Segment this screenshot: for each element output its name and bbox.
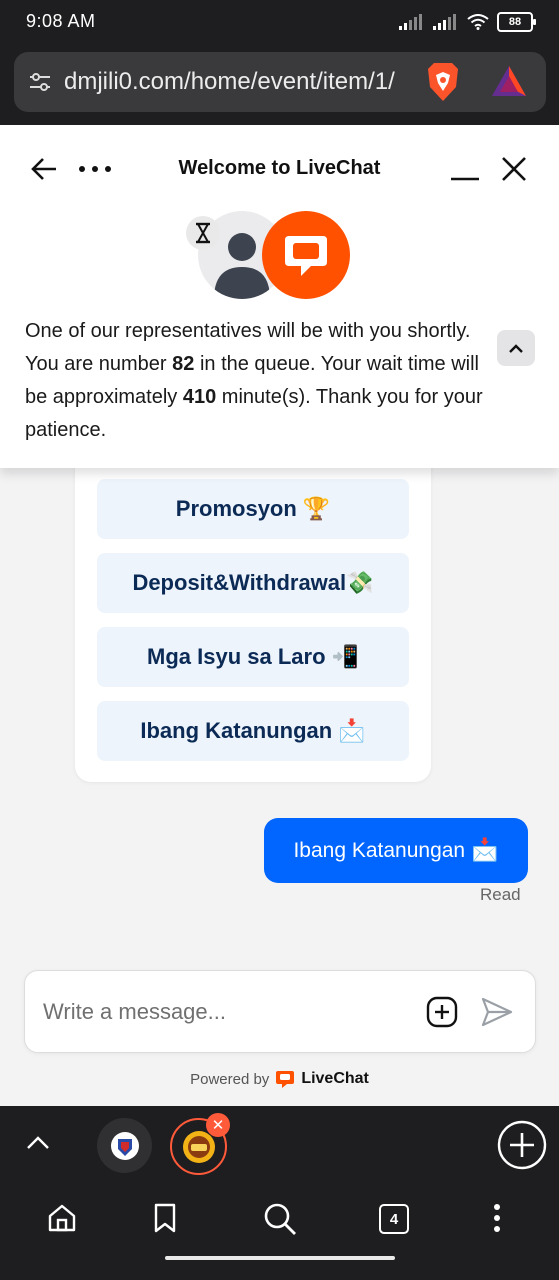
queue-message: One of our representatives will be with … [25,315,485,447]
new-tab-icon[interactable] [497,1120,547,1170]
signal-icon-2 [433,14,456,30]
option-label: Mga Isyu sa Laro [147,644,326,669]
close-icon[interactable] [500,155,528,183]
user-message-bubble: Ibang Katanungan 📩 [264,818,528,883]
option-mga-isyu-sa-laro[interactable]: Mga Isyu sa Laro 📲 [97,627,409,687]
add-attachment-icon[interactable] [426,996,458,1028]
read-status: Read [480,885,521,904]
powered-by-text: Powered by [190,1070,270,1088]
wait-minutes: 410 [182,386,217,408]
menu-icon[interactable] [492,1202,502,1234]
home-icon[interactable] [46,1202,78,1234]
status-bar: 9:08 AM 88 [0,0,559,44]
status-time: 9:08 AM [26,11,96,31]
agent-avatars [186,211,356,301]
brave-rewards-icon[interactable] [490,63,528,99]
option-deposit-withdrawal[interactable]: Deposit&Withdrawal 💸 [97,553,409,613]
tab-count-button[interactable]: 4 [379,1204,409,1234]
trophy-icon: 🏆 [302,496,331,522]
envelope-icon: 📩 [338,718,366,744]
page-content: Welcome to LiveChat One of our represent… [0,125,559,1106]
site-settings-icon[interactable] [28,70,52,94]
quick-replies-card: Promosyon 🏆 Deposit&Withdrawal 💸 Mga Isyu … [75,435,431,782]
money-icon: 💸 [346,570,374,596]
chat-bubble-icon [285,236,327,276]
livechat-logo-avatar [262,211,350,299]
collapse-button[interactable] [497,330,535,366]
tab-thumbnail-1[interactable] [97,1118,152,1173]
livechat-brand[interactable]: LiveChat [301,1070,369,1088]
chevron-up-icon[interactable] [26,1134,50,1150]
phone-icon: 📲 [331,644,359,670]
address-bar[interactable]: dmjili0.com/home/event/item/1/ [14,52,546,112]
browser-toolbar: 4 [0,1190,559,1280]
envelope-icon: 📩 [471,838,499,863]
livechat-logo-icon [276,1071,295,1088]
user-message-text: Ibang Katanungan [293,838,466,862]
option-ibang-katanungan[interactable]: Ibang Katanungan 📩 [97,701,409,761]
chat-header: Welcome to LiveChat One of our represent… [0,125,559,468]
wifi-icon [467,14,489,30]
brave-shields-icon[interactable] [424,61,462,103]
tab-strip: ✕ [0,1106,559,1190]
queue-number: 82 [172,353,195,375]
chevron-up-icon [509,344,523,353]
send-icon[interactable] [481,997,513,1027]
signal-icon [399,14,422,30]
option-label: Ibang Katanungan [140,718,333,743]
home-indicator [165,1256,395,1260]
url-text[interactable]: dmjili0.com/home/event/item/1/ [64,68,424,96]
site-favicon-icon [110,1131,139,1160]
minimize-icon[interactable] [451,155,479,183]
bookmark-icon[interactable] [152,1202,178,1234]
powered-by: Powered by LiveChat [0,1069,559,1089]
message-composer [24,970,536,1053]
option-label: Promosyon [175,496,297,521]
message-input[interactable] [41,995,415,1029]
option-promosyon[interactable]: Promosyon 🏆 [97,479,409,539]
hourglass-icon [186,216,220,250]
search-icon[interactable] [263,1202,297,1236]
status-icons: 88 [399,12,536,32]
battery-icon: 88 [497,12,536,32]
option-label: Deposit&Withdrawal [132,570,347,595]
close-tab-icon[interactable]: ✕ [206,1113,230,1137]
